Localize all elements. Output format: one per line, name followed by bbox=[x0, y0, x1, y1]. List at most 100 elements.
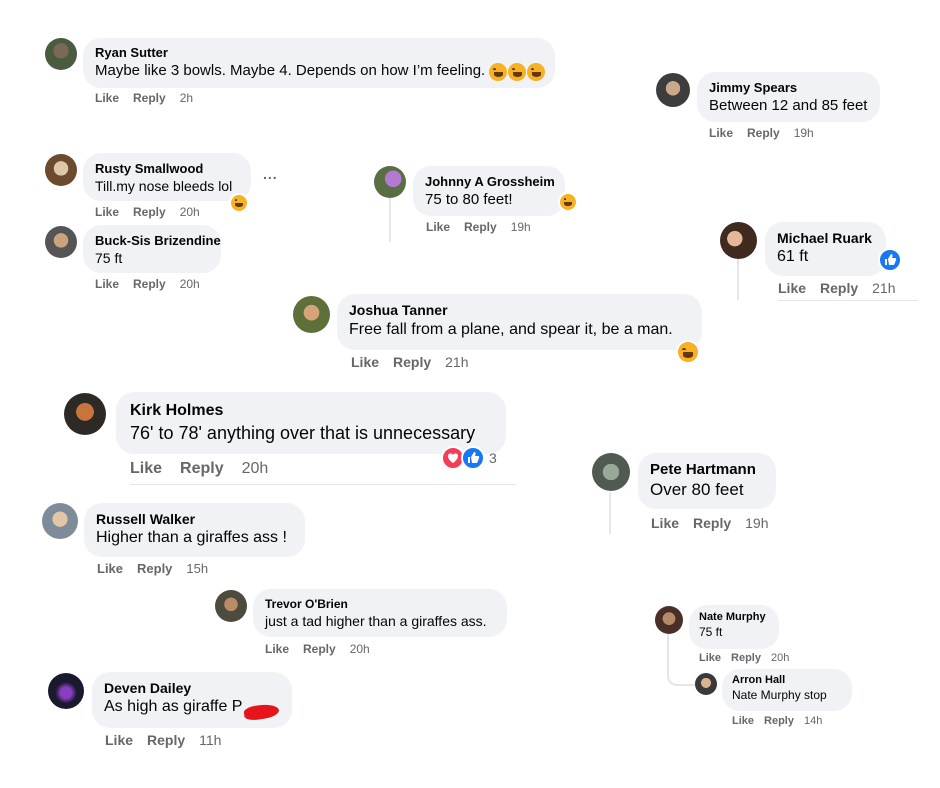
reply-button[interactable]: Reply bbox=[133, 205, 166, 219]
like-button[interactable]: Like bbox=[265, 642, 289, 656]
comment-actions: Like Reply 19h bbox=[709, 126, 828, 140]
reply-button[interactable]: Reply bbox=[133, 91, 166, 105]
comment-actions: Like Reply 15h bbox=[97, 561, 222, 576]
reply-button[interactable]: Reply bbox=[820, 280, 858, 296]
reply-button[interactable]: Reply bbox=[693, 515, 731, 531]
timestamp[interactable]: 15h bbox=[186, 561, 208, 576]
laughing-emoji-icon[interactable] bbox=[558, 192, 578, 212]
timestamp[interactable]: 21h bbox=[872, 280, 895, 296]
like-button[interactable]: Like bbox=[699, 652, 721, 664]
timestamp[interactable]: 2h bbox=[180, 91, 193, 105]
like-button[interactable]: Like bbox=[95, 277, 119, 291]
commenter-name[interactable]: Pete Hartmann bbox=[650, 461, 764, 478]
like-thumb-icon[interactable] bbox=[878, 248, 902, 272]
comment-actions: Like Reply 21h bbox=[351, 354, 483, 370]
avatar[interactable] bbox=[374, 166, 406, 198]
reply-button[interactable]: Reply bbox=[133, 277, 166, 291]
commenter-name[interactable]: Arron Hall bbox=[732, 674, 842, 686]
avatar[interactable] bbox=[45, 154, 77, 186]
like-button[interactable]: Like bbox=[709, 126, 733, 140]
like-thumb-icon[interactable] bbox=[461, 446, 485, 470]
comment-bubble: Ryan Sutter Maybe like 3 bowls. Maybe 4.… bbox=[83, 38, 555, 88]
avatar[interactable] bbox=[64, 393, 106, 435]
avatar[interactable] bbox=[293, 296, 330, 333]
comment-actions: Like Reply 20h bbox=[130, 460, 282, 478]
avatar[interactable] bbox=[42, 503, 78, 539]
like-button[interactable]: Like bbox=[97, 561, 123, 576]
reply-button[interactable]: Reply bbox=[764, 715, 794, 727]
comment-text: Between 12 and 85 feet bbox=[709, 97, 868, 114]
comment-bubble: Jimmy Spears Between 12 and 85 feet bbox=[697, 72, 880, 122]
laughing-emoji-icon[interactable] bbox=[676, 340, 700, 364]
comment-actions: Like Reply 20h bbox=[95, 277, 214, 291]
laughing-emoji-icon bbox=[489, 63, 507, 81]
reply-button[interactable]: Reply bbox=[747, 126, 780, 140]
commenter-name[interactable]: Joshua Tanner bbox=[349, 302, 690, 318]
like-button[interactable]: Like bbox=[426, 220, 450, 234]
timestamp[interactable]: 20h bbox=[180, 277, 200, 291]
commenter-name[interactable]: Buck-Sis Brizendine bbox=[95, 233, 221, 248]
commenter-name[interactable]: Trevor O'Brien bbox=[265, 597, 495, 611]
comment-text: Free fall from a plane, and spear it, be… bbox=[349, 321, 673, 338]
reply-button[interactable]: Reply bbox=[393, 354, 431, 370]
comment-bubble: Joshua Tanner Free fall from a plane, an… bbox=[337, 294, 702, 350]
commenter-name[interactable]: Kirk Holmes bbox=[130, 402, 492, 420]
like-button[interactable]: Like bbox=[95, 91, 119, 105]
more-options-icon[interactable]: ... bbox=[263, 166, 278, 182]
like-button[interactable]: Like bbox=[130, 460, 162, 477]
like-button[interactable]: Like bbox=[351, 354, 379, 370]
like-button[interactable]: Like bbox=[732, 715, 754, 727]
timestamp[interactable]: 20h bbox=[350, 642, 370, 656]
reply-button[interactable]: Reply bbox=[464, 220, 497, 234]
reply-button[interactable]: Reply bbox=[137, 561, 172, 576]
commenter-name[interactable]: Nate Murphy bbox=[699, 611, 769, 623]
comment-actions: Like Reply 14h bbox=[732, 715, 836, 727]
timestamp[interactable]: 20h bbox=[771, 652, 789, 664]
commenter-name[interactable]: Jimmy Spears bbox=[709, 80, 868, 95]
avatar[interactable] bbox=[48, 673, 84, 709]
commenter-name[interactable]: Russell Walker bbox=[96, 511, 293, 527]
avatar[interactable] bbox=[45, 38, 77, 70]
reply-button[interactable]: Reply bbox=[731, 652, 761, 664]
like-button[interactable]: Like bbox=[95, 205, 119, 219]
avatar[interactable] bbox=[592, 453, 630, 491]
timestamp[interactable]: 20h bbox=[180, 205, 200, 219]
timestamp[interactable]: 19h bbox=[794, 126, 814, 140]
thread-divider bbox=[130, 484, 516, 485]
like-button[interactable]: Like bbox=[105, 732, 133, 748]
timestamp[interactable]: 20h bbox=[242, 460, 269, 477]
reply-button[interactable]: Reply bbox=[303, 642, 336, 656]
avatar[interactable] bbox=[655, 606, 683, 634]
commenter-name[interactable]: Michael Ruark bbox=[777, 230, 874, 246]
reply-button[interactable]: Reply bbox=[147, 732, 185, 748]
timestamp[interactable]: 19h bbox=[511, 220, 531, 234]
like-button[interactable]: Like bbox=[778, 280, 806, 296]
commenter-name[interactable]: Johnny A Grossheim bbox=[425, 174, 555, 189]
comment-actions: Like Reply 21h bbox=[778, 280, 910, 296]
comment-text: Till.my nose bleeds lol bbox=[95, 178, 233, 194]
timestamp[interactable]: 14h bbox=[804, 715, 822, 727]
like-button[interactable]: Like bbox=[651, 515, 679, 531]
comment-actions: Like Reply 19h bbox=[426, 220, 545, 234]
avatar[interactable] bbox=[720, 222, 757, 259]
laughing-emoji-icon[interactable] bbox=[229, 193, 249, 213]
comment-bubble: Johnny A Grossheim 75 to 80 feet! bbox=[413, 166, 565, 216]
timestamp[interactable]: 11h bbox=[199, 732, 221, 748]
thread-divider bbox=[778, 300, 918, 301]
timestamp[interactable]: 19h bbox=[745, 515, 768, 531]
reply-button[interactable]: Reply bbox=[180, 460, 224, 477]
comment-bubble: Kirk Holmes 76' to 78' anything over tha… bbox=[116, 392, 506, 454]
reaction-count[interactable]: 3 bbox=[489, 450, 497, 466]
avatar[interactable] bbox=[695, 673, 717, 695]
commenter-name[interactable]: Ryan Sutter bbox=[95, 45, 543, 60]
thread-line bbox=[389, 198, 391, 242]
comment-bubble: Michael Ruark 61 ft bbox=[765, 222, 886, 276]
avatar[interactable] bbox=[215, 590, 247, 622]
comment-actions: Like Reply 20h bbox=[699, 652, 803, 664]
avatar[interactable] bbox=[45, 226, 77, 258]
comment-text: Higher than a giraffes ass ! bbox=[96, 529, 287, 546]
timestamp[interactable]: 21h bbox=[445, 354, 468, 370]
avatar[interactable] bbox=[656, 73, 690, 107]
commenter-name[interactable]: Rusty Smallwood bbox=[95, 161, 239, 176]
commenter-name[interactable]: Deven Dailey bbox=[104, 680, 280, 696]
